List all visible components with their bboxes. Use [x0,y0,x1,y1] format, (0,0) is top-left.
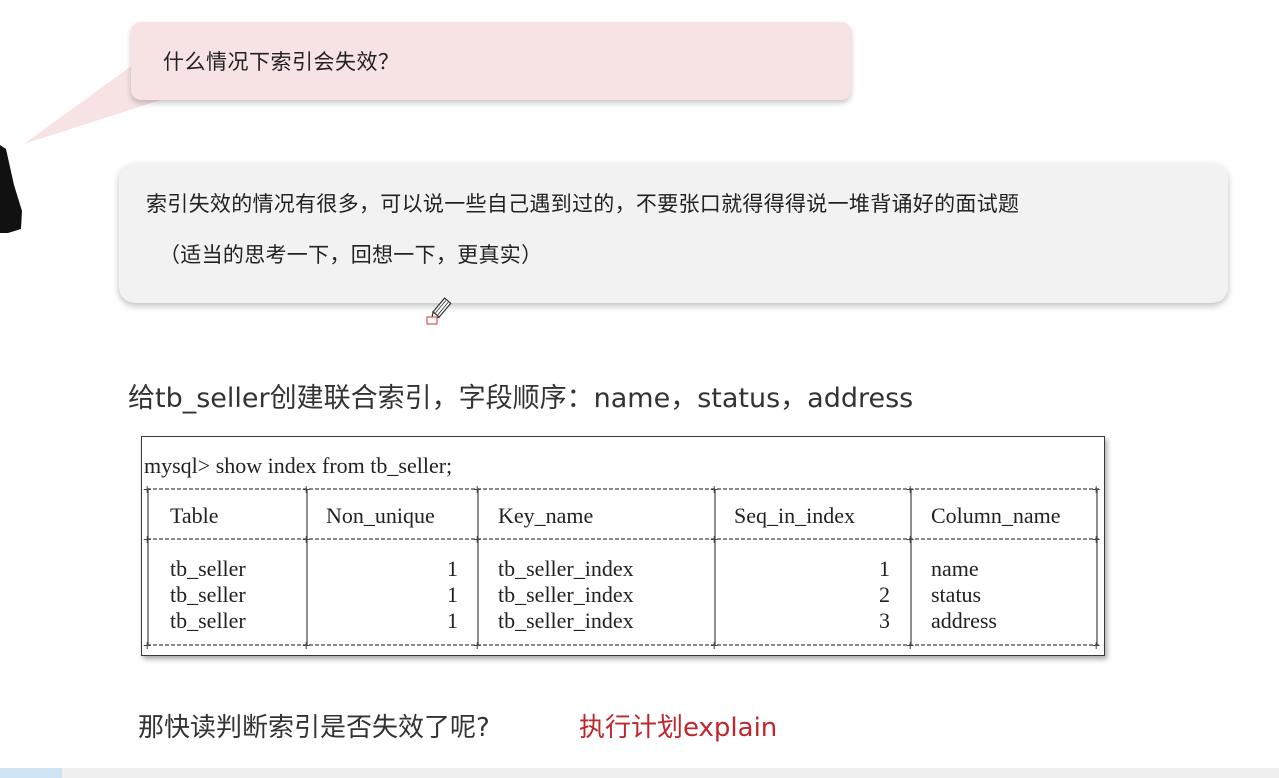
column-header-column-name: Column_name [931,503,1061,528]
cell-table: tb_seller [170,608,246,633]
player-progress-strip [0,768,1279,778]
svg-text:+: + [906,639,914,655]
follow-up-answer: 执行计划explain [579,713,778,743]
cell-column-name: name [931,556,979,581]
svg-text:+: + [906,483,914,499]
cell-key-name: tb_seller_index [498,582,634,607]
cell-column-name: status [931,582,982,607]
cell-seq-in-index: 2 [879,582,890,607]
answer-line-2: （适当的思考一下，回想一下，更真实） [159,243,543,267]
progress-fill [0,768,62,778]
cell-table: tb_seller [170,556,246,581]
svg-text:+: + [473,533,481,549]
cell-non-unique: 1 [447,556,458,581]
mysql-output: + + + + + + + + + + + + + + + + + + mysql> show inde… [141,436,1105,656]
svg-text:+: + [710,639,718,655]
svg-text:+: + [1092,533,1100,549]
pencil-cursor-icon [426,297,452,325]
cell-key-name: tb_seller_index [498,556,634,581]
svg-text:+: + [143,533,151,549]
svg-text:+: + [473,639,481,655]
cell-column-name: address [931,608,997,633]
svg-text:+: + [1092,483,1100,499]
answer-bubble: 索引失效的情况有很多，可以说一些自己遇到过的，不要张口就得得得说一堆背诵好的面试… [119,163,1228,303]
cell-key-name: tb_seller_index [498,608,634,633]
question-text: 什么情况下索引会失效？ [163,50,400,74]
column-header-key-name: Key_name [498,503,594,528]
svg-text:+: + [710,483,718,499]
cell-seq-in-index: 3 [879,608,890,633]
avatar [0,145,22,233]
svg-text:+: + [302,639,310,655]
svg-text:+: + [143,639,151,655]
follow-up-question: 那快读判断索引是否失效了呢? [138,713,490,743]
svg-text:+: + [473,483,481,499]
cell-table: tb_seller [170,582,246,607]
cell-non-unique: 1 [447,608,458,633]
column-header-seq-in-index: Seq_in_index [734,503,855,528]
column-header-table: Table [170,503,219,528]
svg-text:+: + [1092,639,1100,655]
section-heading: 给tb_seller创建联合索引，字段顺序：name，status，addres… [128,383,914,414]
svg-text:+: + [302,483,310,499]
answer-line-1: 索引失效的情况有很多，可以说一些自己遇到过的，不要张口就得得得说一堆背诵好的面试… [146,192,1020,216]
cell-seq-in-index: 1 [879,556,890,581]
column-header-non-unique: Non_unique [326,503,435,528]
cell-non-unique: 1 [447,582,458,607]
question-bubble: 什么情况下索引会失效？ [131,22,851,100]
svg-text:+: + [143,483,151,499]
svg-text:+: + [302,533,310,549]
sql-command: mysql> show index from tb_seller; [144,453,453,478]
svg-text:+: + [906,533,914,549]
svg-text:+: + [710,533,718,549]
